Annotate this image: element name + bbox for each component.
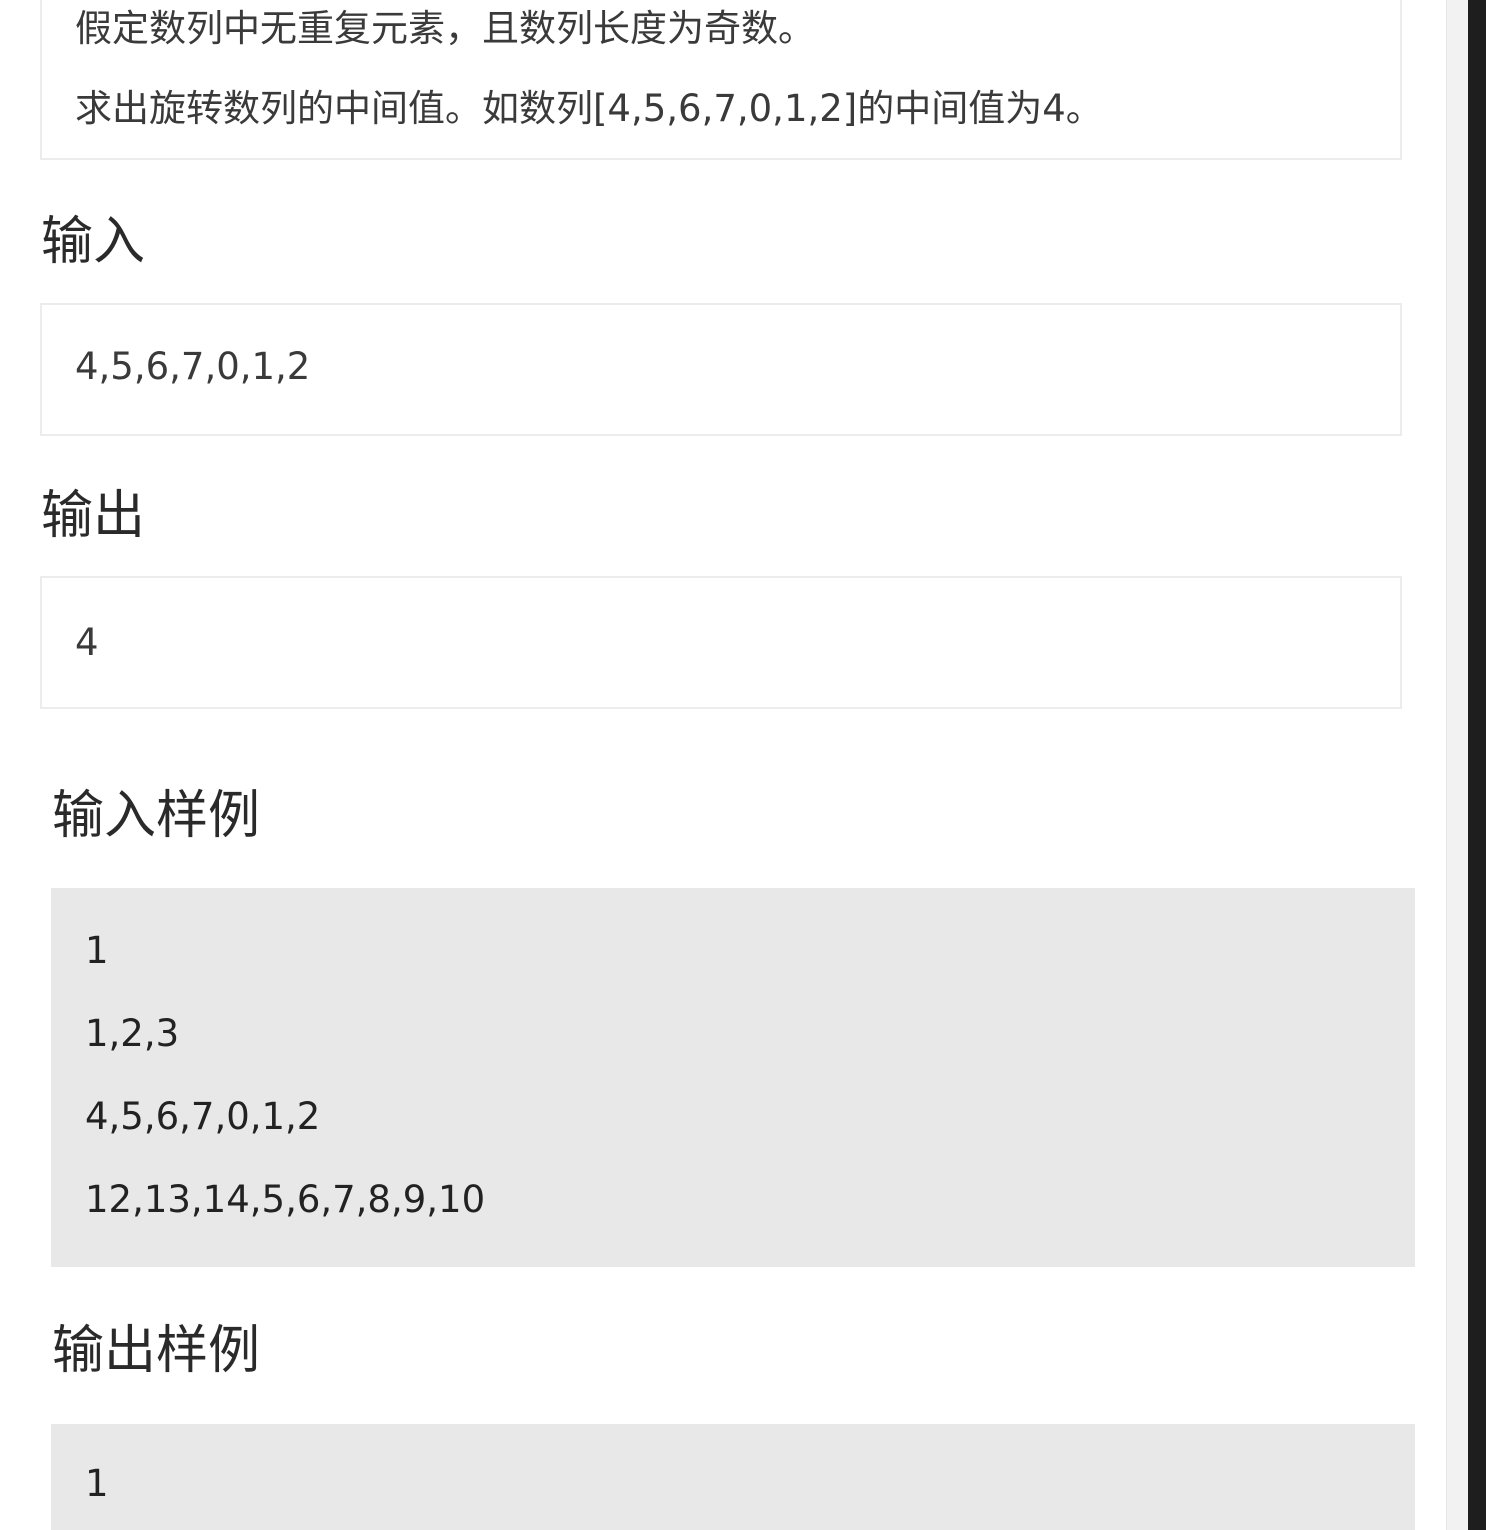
description-line-2: 求出旋转数列的中间值。如数列[4,5,6,7,0,1,2]的中间值为4。 xyxy=(75,87,1103,130)
input-description-box: 4,5,6,7,0,1,2 xyxy=(40,303,1402,436)
output-description-box: 4 xyxy=(40,576,1402,709)
sample-output-heading: 输出样例 xyxy=(52,1321,261,1381)
sample-output-line: 1 xyxy=(85,1462,109,1505)
problem-page: 假定数列中无重复元素，且数列长度为奇数。 求出旋转数列的中间值。如数列[4,5,… xyxy=(0,0,1446,1530)
input-heading: 输入 xyxy=(41,212,146,272)
sample-input-block: 1 1,2,3 4,5,6,7,0,1,2 12,13,14,5,6,7,8,9… xyxy=(51,888,1415,1267)
description-line-1: 假定数列中无重复元素，且数列长度为奇数。 xyxy=(75,7,815,50)
input-description-text: 4,5,6,7,0,1,2 xyxy=(75,345,311,388)
description-box: 假定数列中无重复元素，且数列长度为奇数。 求出旋转数列的中间值。如数列[4,5,… xyxy=(40,0,1402,160)
output-description-text: 4 xyxy=(75,621,99,664)
sample-output-block: 1 xyxy=(51,1424,1415,1530)
sample-input-line: 1,2,3 xyxy=(85,1012,180,1055)
window-edge xyxy=(1468,0,1486,1530)
output-heading: 输出 xyxy=(41,486,146,546)
sample-input-line: 12,13,14,5,6,7,8,9,10 xyxy=(85,1178,486,1221)
sample-input-line: 1 xyxy=(85,929,109,972)
sample-input-heading: 输入样例 xyxy=(52,786,261,846)
scrollbar-track[interactable] xyxy=(1446,0,1469,1530)
sample-input-line: 4,5,6,7,0,1,2 xyxy=(85,1095,321,1138)
